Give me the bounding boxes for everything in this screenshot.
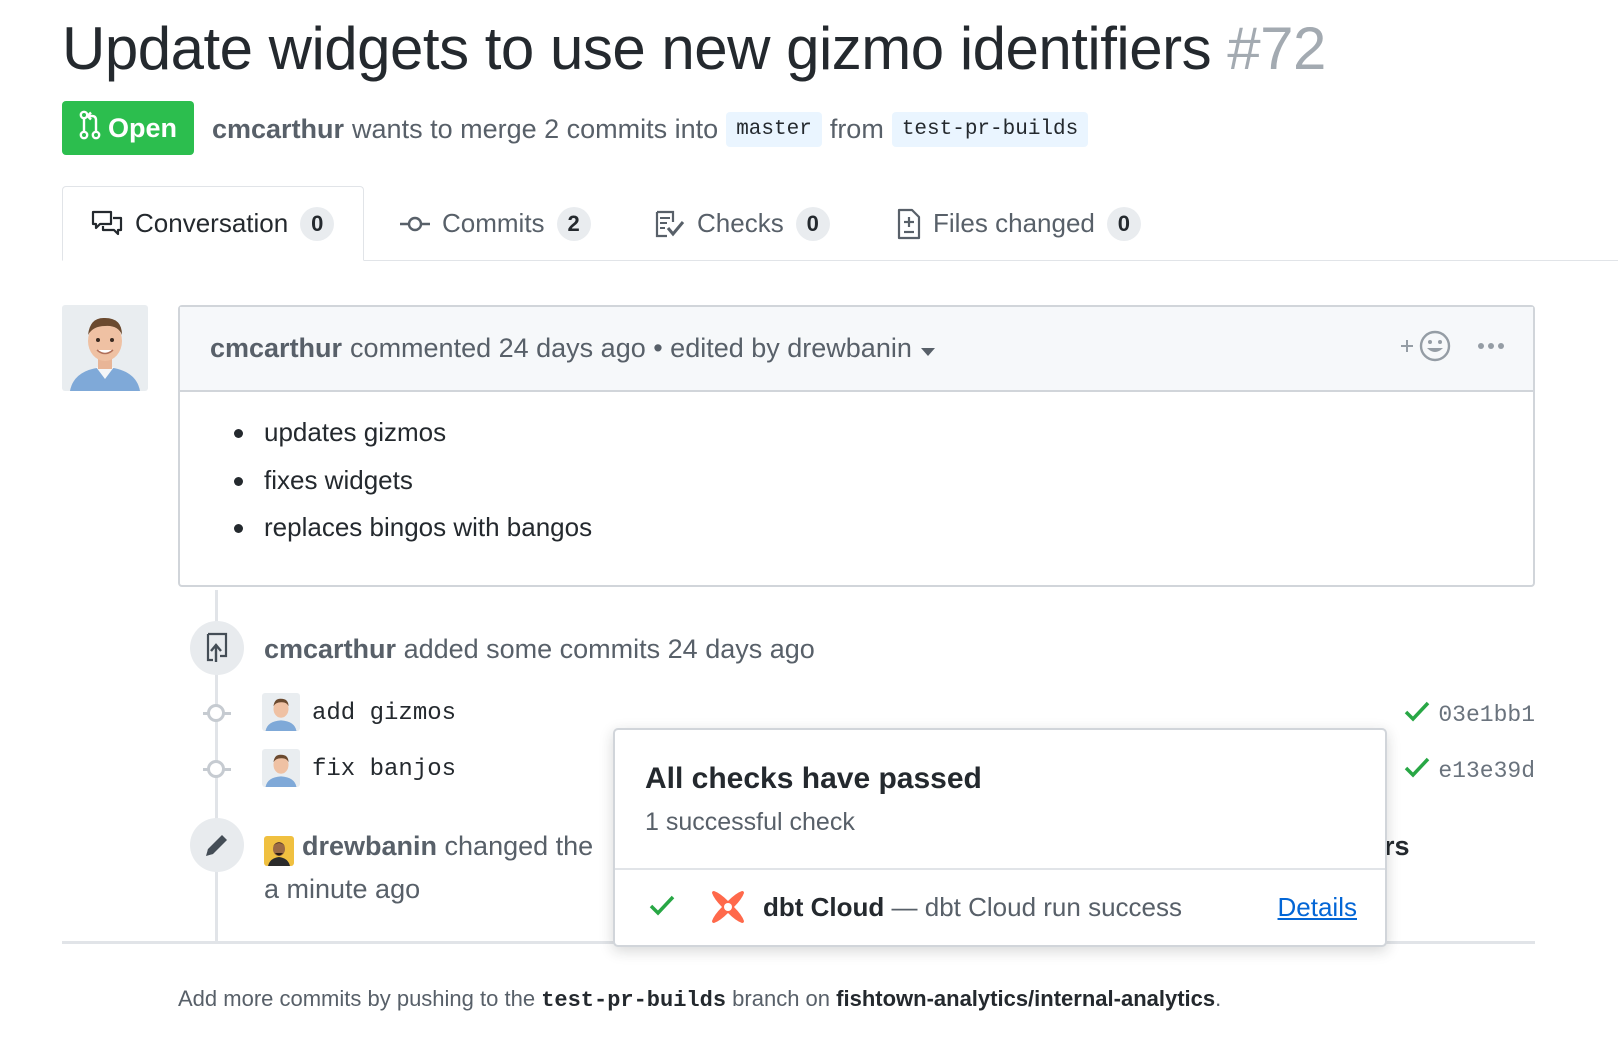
event-title-tail: rs	[1384, 831, 1410, 861]
commits-event: cmcarthur added some commits 24 days ago	[264, 634, 815, 665]
tab-conversation[interactable]: Conversation 0	[62, 186, 364, 261]
commit-sha-row: 03e1bb1	[1404, 700, 1535, 729]
pr-title: Update widgets to use new gizmo identifi…	[62, 15, 1212, 82]
tab-counter: 0	[795, 206, 830, 241]
commit-message-link[interactable]: add gizmos	[312, 700, 456, 727]
check-name: dbt Cloud	[763, 892, 885, 922]
event-text: added some commits 24 days ago	[403, 634, 815, 664]
check-row: dbt Cloud — dbt Cloud run success Detail…	[615, 868, 1385, 946]
avatar[interactable]	[264, 836, 294, 866]
tab-commits[interactable]: Commits 2	[400, 186, 591, 261]
avatar[interactable]	[262, 749, 300, 787]
dbt-logo-icon	[709, 888, 747, 931]
event-text: changed the	[444, 831, 594, 861]
list-item: fixes widgets	[232, 462, 1533, 510]
details-link[interactable]: Details	[1278, 892, 1357, 923]
tab-files-changed[interactable]: Files changed 0	[897, 186, 1141, 261]
comment-discussion-icon	[91, 210, 123, 238]
status-label: Open	[107, 112, 177, 143]
check-icon	[649, 894, 675, 921]
popover-title: All checks have passed	[645, 762, 982, 795]
rename-event: drewbanin changed the	[302, 831, 593, 862]
commit-sha-link[interactable]: 03e1bb1	[1438, 702, 1535, 728]
pr-meta: cmcarthur wants to merge 2 commits into …	[212, 108, 1089, 150]
comment-body: updates gizmos fixes widgets replaces bi…	[180, 392, 1533, 557]
git-pull-request-icon	[79, 110, 101, 147]
event-time: a minute ago	[264, 874, 421, 904]
comment-author-link[interactable]: cmcarthur	[210, 333, 342, 364]
comment-actions	[1399, 329, 1505, 370]
checklist-icon	[655, 210, 685, 238]
check-icon[interactable]	[1404, 700, 1430, 729]
comment-list: updates gizmos fixes widgets replaces bi…	[232, 414, 1533, 557]
commit-sha-row: e13e39d	[1404, 756, 1535, 785]
avatar[interactable]	[62, 305, 148, 391]
comment-header: cmcarthur commented 24 days ago • edited…	[180, 307, 1533, 392]
pull-request-page: Update widgets to use new gizmo identifi…	[0, 0, 1618, 1042]
git-commit-dot-icon	[207, 760, 225, 778]
commit-sha-link[interactable]: e13e39d	[1438, 758, 1535, 784]
tab-label: Conversation	[135, 208, 289, 238]
repo-push-icon	[190, 621, 244, 675]
merge-text: wants to merge 2 commits into	[352, 113, 719, 144]
push-hint-suffix: .	[1215, 986, 1222, 1011]
tab-counter: 2	[556, 206, 591, 241]
git-commit-dot-icon	[207, 704, 225, 722]
avatar[interactable]	[262, 693, 300, 731]
kebab-horizontal-icon[interactable]	[1477, 329, 1505, 370]
base-branch[interactable]: master	[726, 111, 822, 147]
check-icon[interactable]	[1404, 756, 1430, 785]
author-link[interactable]: cmcarthur	[212, 114, 344, 145]
page-title: Update widgets to use new gizmo identifi…	[62, 14, 1326, 83]
tab-label: Checks	[697, 208, 784, 238]
pencil-icon	[190, 818, 244, 872]
push-hint-middle: branch on	[732, 986, 831, 1011]
tab-checks[interactable]: Checks 0	[655, 186, 830, 261]
push-hint: Add more commits by pushing to the test-…	[178, 986, 1221, 1013]
check-description: — dbt Cloud run success	[891, 892, 1182, 922]
pr-number: #72	[1227, 15, 1326, 82]
tab-label: Commits	[442, 208, 545, 238]
push-hint-prefix: Add more commits by pushing to the	[178, 986, 536, 1011]
add-reaction-icon[interactable]	[1399, 329, 1453, 370]
checks-popover: All checks have passed 1 successful chec…	[613, 728, 1387, 947]
status-badge: Open	[62, 101, 194, 155]
event-author-link[interactable]: drewbanin	[302, 831, 437, 861]
commit-message-link[interactable]: fix banjos	[312, 756, 456, 783]
from-text: from	[829, 113, 884, 144]
file-diff-icon	[897, 208, 921, 240]
popover-subtitle: 1 successful check	[645, 808, 855, 836]
check-context: dbt Cloud — dbt Cloud run success	[763, 892, 1182, 923]
push-hint-branch: test-pr-builds	[541, 988, 727, 1013]
caret-down-icon[interactable]	[920, 333, 936, 364]
comment-meta[interactable]: commented 24 days ago • edited by drewba…	[350, 333, 912, 364]
git-commit-icon	[400, 214, 430, 234]
tab-counter: 0	[300, 206, 335, 241]
event-author-link[interactable]: cmcarthur	[264, 634, 396, 664]
tab-counter: 0	[1106, 206, 1141, 241]
comment-box: cmcarthur commented 24 days ago • edited…	[178, 305, 1535, 587]
tab-label: Files changed	[933, 208, 1095, 238]
push-hint-repo: fishtown-analytics/internal-analytics	[836, 986, 1216, 1011]
list-item: replaces bingos with bangos	[232, 509, 1533, 557]
list-item: updates gizmos	[232, 414, 1533, 462]
head-branch[interactable]: test-pr-builds	[891, 111, 1089, 147]
